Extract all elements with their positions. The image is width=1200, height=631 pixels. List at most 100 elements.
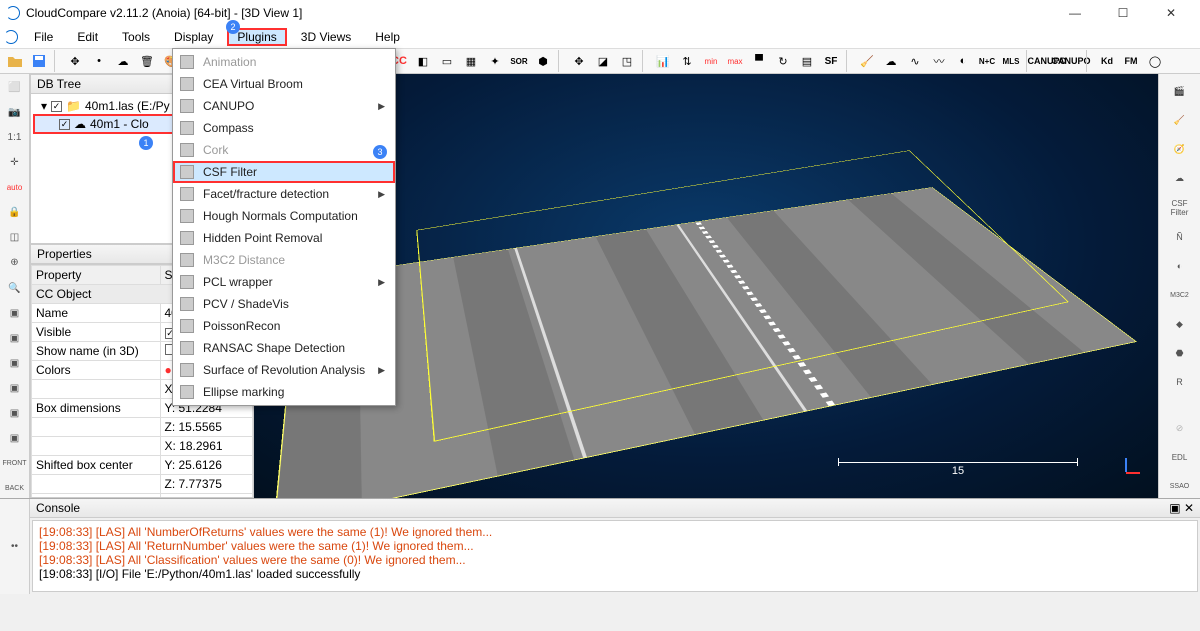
rr-hpr-icon[interactable]: ◐ (1165, 255, 1195, 278)
cube1-icon[interactable]: ▣ (4, 304, 26, 323)
plugin-item-surface-of-revolution-analysis[interactable]: Surface of Revolution Analysis▶ (173, 359, 395, 381)
maximize-button[interactable]: ☐ (1108, 3, 1138, 23)
kd-icon[interactable]: Kd (1096, 50, 1118, 72)
plugin-item-cea-virtual-broom[interactable]: CEA Virtual Broom (173, 73, 395, 95)
plugin-item-hidden-point-removal[interactable]: Hidden Point Removal (173, 227, 395, 249)
rr-poisson-icon[interactable]: ⬣ (1165, 342, 1195, 365)
tree-root-checkbox[interactable]: ✓ (51, 101, 62, 112)
zoom-icon[interactable]: 🔍 (4, 279, 26, 298)
cube5-icon[interactable]: ▣ (4, 404, 26, 423)
cube2-icon[interactable]: ▣ (4, 329, 26, 348)
plugin-item-poissonrecon[interactable]: PoissonRecon (173, 315, 395, 337)
plugin-item-canupo[interactable]: CANUPO▶ (173, 95, 395, 117)
rr-compass-icon[interactable]: 🧭 (1165, 138, 1195, 161)
ortho-icon[interactable]: ◫ (4, 228, 26, 247)
menubar: File Edit Tools Display Plugins 3D Views… (0, 26, 1200, 48)
front-icon[interactable]: FRONT (4, 454, 26, 473)
console-line: [19:08:33] [LAS] All 'ReturnNumber' valu… (39, 539, 1191, 553)
menu-3dviews[interactable]: 3D Views (291, 28, 361, 46)
menu-edit[interactable]: Edit (67, 28, 108, 46)
sf-text-icon[interactable]: SF (820, 50, 842, 72)
histogram-icon[interactable]: 📊 (652, 50, 674, 72)
camera-icon[interactable]: 📷 (4, 103, 26, 122)
sor-icon[interactable]: SOR (508, 50, 530, 72)
rr-normals-icon[interactable]: Ñ (1165, 225, 1195, 248)
plugin-icon (179, 318, 195, 334)
plugin-icon (179, 164, 195, 180)
convert-icon[interactable]: ↻ (772, 50, 794, 72)
view-iso-icon[interactable]: ⬜ (4, 78, 26, 97)
wave-icon[interactable]: ∿ (904, 50, 926, 72)
back-icon[interactable]: BACK (4, 479, 26, 498)
calc-icon[interactable]: ▤ (796, 50, 818, 72)
crosshair-icon[interactable]: ✛ (4, 153, 26, 172)
sf-icon[interactable]: ⇅ (676, 50, 698, 72)
console-line: [19:08:33] [LAS] All 'NumberOfReturns' v… (39, 525, 1191, 539)
cube3-icon[interactable]: ▣ (4, 354, 26, 373)
hpr-tool-icon[interactable]: ◐ (952, 50, 974, 72)
move-icon[interactable]: ✥ (568, 50, 590, 72)
scale-11-icon[interactable]: 1:1 (4, 128, 26, 147)
mls-icon[interactable]: MLS (1000, 50, 1022, 72)
plugin-icon (179, 142, 195, 158)
cloud-icon[interactable]: ☁ (112, 50, 134, 72)
label-icon[interactable]: ▭ (436, 50, 458, 72)
fm-icon[interactable]: FM (1120, 50, 1142, 72)
rr-broom-icon[interactable]: 🧹 (1165, 109, 1195, 132)
tree-expand-icon[interactable]: ▾ (41, 99, 47, 113)
grid-icon[interactable]: ▦ (460, 50, 482, 72)
plane-icon[interactable]: ◳ (616, 50, 638, 72)
rr-ransac-icon[interactable]: R (1165, 371, 1195, 394)
point-icon[interactable]: • (88, 50, 110, 72)
center-icon[interactable]: ⊕ (4, 253, 26, 272)
rr-pcv-icon[interactable]: ◆ (1165, 313, 1195, 336)
curve-icon[interactable]: 〰 (928, 50, 950, 72)
cube6-icon[interactable]: ▣ (4, 429, 26, 448)
menu-tools[interactable]: Tools (112, 28, 160, 46)
min-icon[interactable]: min (700, 50, 722, 72)
filter-icon[interactable]: ⬢ (532, 50, 554, 72)
cube4-icon[interactable]: ▣ (4, 379, 26, 398)
plugin-item-csf-filter[interactable]: CSF Filter (173, 161, 395, 183)
rr-disabled1-icon: ⊘ (1165, 417, 1195, 440)
stat-icon[interactable]: ✦ (484, 50, 506, 72)
rr-m3c2-icon[interactable]: M3C2 (1165, 284, 1195, 307)
rr-ssao-icon[interactable]: SSAO (1165, 475, 1195, 498)
rr-csf-icon[interactable]: ☁ (1165, 167, 1195, 190)
max-icon[interactable]: max (724, 50, 746, 72)
broom-icon[interactable]: 🧹 (856, 50, 878, 72)
canupo-classify-icon[interactable]: CANUPO (1060, 50, 1082, 72)
rr-anim-icon[interactable]: 🎬 (1165, 80, 1195, 103)
plugin-item-pcv-shadevis[interactable]: PCV / ShadeVis (173, 293, 395, 315)
lock-rot-icon[interactable]: 🔒 (4, 203, 26, 222)
plugin-item-pcl-wrapper[interactable]: PCL wrapper▶ (173, 271, 395, 293)
close-button[interactable]: ✕ (1156, 3, 1186, 23)
dist-icon[interactable]: ◧ (412, 50, 434, 72)
open-icon[interactable] (4, 50, 26, 72)
plugin-item-facet-fracture-detection[interactable]: Facet/fracture detection▶ (173, 183, 395, 205)
left-toolbar: ⬜ 📷 1:1 ✛ auto 🔒 ◫ ⊕ 🔍 ▣ ▣ ▣ ▣ ▣ ▣ FRONT… (0, 74, 30, 498)
plugin-item-ransac-shape-detection[interactable]: RANSAC Shape Detection (173, 337, 395, 359)
gradient-icon[interactable]: ▀ (748, 50, 770, 72)
console-output[interactable]: [19:08:33] [LAS] All 'NumberOfReturns' v… (32, 520, 1198, 592)
menu-display[interactable]: Display (164, 28, 223, 46)
auto-icon[interactable]: auto (4, 178, 26, 197)
minimize-button[interactable]: — (1060, 3, 1090, 23)
erase-icon[interactable]: ◪ (592, 50, 614, 72)
pick-icon[interactable]: ✥ (64, 50, 86, 72)
save-icon[interactable] (28, 50, 50, 72)
console-undock-icon[interactable]: ▣ ✕ (1169, 501, 1194, 515)
menu-file[interactable]: File (24, 28, 63, 46)
nc-icon[interactable]: N+C (976, 50, 998, 72)
console-title: Console (36, 501, 80, 515)
flickr-icon[interactable]: •• (4, 536, 26, 558)
csf-tool-icon[interactable]: ☁ (880, 50, 902, 72)
plugin-item-ellipse-marking[interactable]: Ellipse marking (173, 381, 395, 403)
menu-help[interactable]: Help (365, 28, 410, 46)
rr-edl-icon[interactable]: EDL (1165, 446, 1195, 469)
ellipse-tool-icon[interactable]: ◯ (1144, 50, 1166, 72)
plugin-item-hough-normals-computation[interactable]: Hough Normals Computation (173, 205, 395, 227)
tree-child-checkbox[interactable]: ✓ (59, 119, 70, 130)
plugin-item-compass[interactable]: Compass (173, 117, 395, 139)
trash-icon[interactable]: 🗑 (136, 50, 158, 72)
